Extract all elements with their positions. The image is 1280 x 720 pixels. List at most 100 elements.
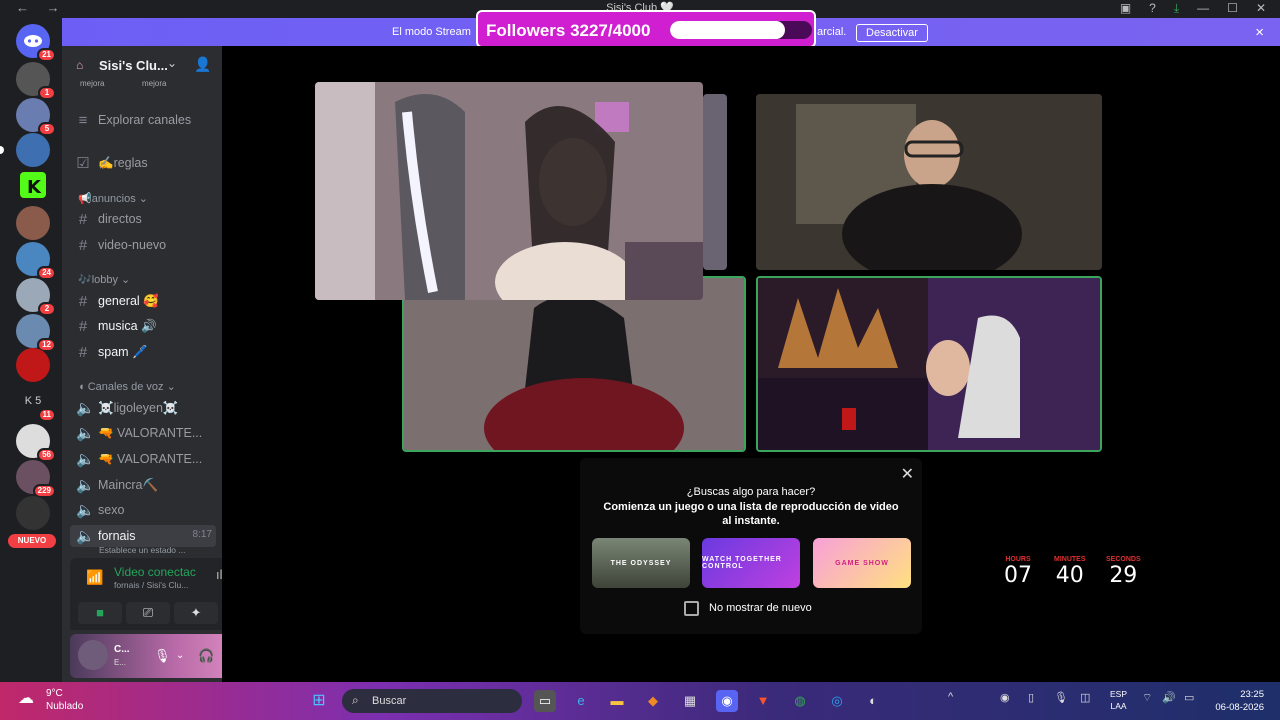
deactivate-button[interactable]: Desactivar: [856, 24, 928, 42]
voice-channel-ligoleyen[interactable]: 🔈 ☠️ligoleyen☠️: [76, 397, 216, 419]
voice-channel-fornais[interactable]: 🔈 fornais 8:17: [70, 525, 216, 547]
channel-directos[interactable]: # directos: [76, 208, 216, 230]
avatar[interactable]: [78, 640, 108, 670]
kick-server-icon[interactable]: K: [16, 168, 50, 202]
activity-watch-together[interactable]: WATCH TOGETHER CONTROL: [702, 538, 800, 588]
headphones-icon[interactable]: 🎧: [198, 648, 214, 664]
channel-general[interactable]: # general 🥰: [76, 290, 216, 312]
channel-musica[interactable]: # musica 🔊: [76, 315, 216, 337]
popup-question: ¿Buscas algo para hacer?: [686, 486, 816, 498]
nuevo-badge[interactable]: NUEVO: [8, 534, 56, 548]
discord-home-icon[interactable]: 21: [16, 24, 56, 62]
server-icon[interactable]: 5: [16, 98, 56, 136]
taskbar-search[interactable]: ⌕ Buscar: [342, 689, 522, 713]
category-anuncios[interactable]: 📢anuncios ⌄: [78, 192, 148, 205]
server-badge: 21: [37, 48, 56, 62]
task-view-icon[interactable]: ▭: [534, 690, 556, 712]
voice-channel-valorante-1[interactable]: 🔈 🔫 VALORANTE...: [76, 422, 216, 444]
category-lobby[interactable]: 🎶lobby ⌄: [78, 273, 130, 286]
server-icon[interactable]: [16, 348, 50, 382]
obs-icon[interactable]: ◐: [862, 690, 884, 712]
server-icon[interactable]: 2: [16, 278, 56, 316]
close-popup-icon[interactable]: ✕: [901, 464, 914, 484]
channel-video-nuevo[interactable]: # video-nuevo: [76, 234, 216, 256]
app-icon[interactable]: ◎: [826, 690, 848, 712]
video-tile-main-stream[interactable]: [315, 82, 703, 300]
server-icon-selected[interactable]: [0, 133, 50, 167]
microphone-icon[interactable]: 🎙: [154, 648, 171, 664]
chevron-down-icon: ⌄: [167, 56, 178, 70]
file-explorer-icon[interactable]: ▬: [606, 690, 628, 712]
server-icon[interactable]: 229: [16, 460, 56, 498]
activity-the-odyssey[interactable]: THE ODYSSEY: [592, 538, 690, 588]
channel-reglas[interactable]: ☑ ✍️reglas: [76, 152, 216, 174]
countdown-minutes: MINUTES 40: [1054, 556, 1086, 588]
activity-game-show[interactable]: GAME SHOW: [813, 538, 911, 588]
volume-icon[interactable]: 🔊: [1162, 691, 1176, 704]
channel-label: general 🥰: [98, 293, 159, 308]
category-voice[interactable]: ◖ Canales de voz ⌄: [78, 380, 176, 393]
followers-progress-bar: [670, 21, 812, 39]
taskbar-clock[interactable]: 23:25 06-08-2026: [1215, 688, 1264, 714]
microphone-icon[interactable]: 🎙: [1054, 691, 1068, 704]
server-icon[interactable]: [16, 206, 50, 240]
copilot-icon[interactable]: ◆: [642, 690, 664, 712]
inbox-icon[interactable]: ▣: [1120, 1, 1131, 16]
invite-user-icon[interactable]: 👤: [194, 56, 211, 73]
download-icon[interactable]: ⤓: [1174, 1, 1179, 16]
tray-icon[interactable]: ◫: [1080, 691, 1090, 704]
banner-message-tail: arcial.: [817, 26, 847, 38]
brave-browser-icon[interactable]: ▼: [752, 690, 774, 712]
server-icon[interactable]: 56: [16, 424, 56, 462]
wifi-icon[interactable]: ⌔: [1142, 691, 1152, 705]
banner-close-icon[interactable]: ×: [1255, 24, 1264, 41]
chevron-up-icon[interactable]: ^: [948, 691, 953, 703]
chevron-down-icon[interactable]: ⌄: [176, 650, 184, 661]
activity-suggestion-popup: ✕ ¿Buscas algo para hacer? Comienza un j…: [580, 458, 922, 634]
activities-button[interactable]: ✦: [174, 602, 218, 624]
tray-app-icon[interactable]: ◉: [1000, 691, 1010, 704]
channel-spam[interactable]: # spam 🖊️: [76, 341, 216, 363]
video-tile-participant-2[interactable]: [756, 94, 1102, 270]
battery-icon[interactable]: ▭: [1184, 691, 1194, 704]
server-icon-text[interactable]: K 5 11: [16, 384, 56, 422]
server-name: Sisi's Clu...: [99, 58, 168, 73]
signal-icon: 📶: [86, 569, 104, 585]
camera-button[interactable]: ■: [78, 602, 122, 624]
server-header[interactable]: ⌂ Sisi's Clu... ⌄ 👤 mejora mejora: [62, 46, 222, 88]
countdown-seconds: SECONDS 29: [1106, 556, 1141, 588]
video-tile-participant-3[interactable]: [402, 276, 746, 452]
video-tile-participant-4[interactable]: [756, 276, 1102, 452]
windows-start-icon[interactable]: ⊞: [308, 690, 330, 712]
windows-taskbar: ☁ 9°C Nublado ⊞ ⌕ Buscar ▭ e ▬ ◆ ▦ ◉ ▼ ◍…: [0, 682, 1280, 720]
selected-pill: [0, 146, 4, 154]
boost-label: mejora: [142, 79, 167, 88]
dont-show-again-checkbox[interactable]: [684, 601, 699, 616]
server-icon[interactable]: 1: [16, 62, 56, 100]
server-icon[interactable]: [16, 496, 50, 530]
close-window-icon[interactable]: ✕: [1256, 1, 1266, 16]
usb-icon[interactable]: ▯: [1028, 691, 1034, 704]
chrome-icon[interactable]: ◍: [789, 690, 811, 712]
channel-label: 🔫 VALORANTE...: [98, 425, 203, 440]
minimize-icon[interactable]: —: [1197, 1, 1209, 16]
server-icon[interactable]: 24: [16, 242, 56, 280]
store-icon[interactable]: ▦: [679, 690, 701, 712]
server-icon[interactable]: 12: [16, 314, 56, 352]
weather-widget[interactable]: ☁ 9°C Nublado: [18, 688, 83, 712]
voice-channel-maincra[interactable]: 🔈 Maincra⛏️: [76, 474, 216, 496]
explore-channels[interactable]: ≡ Explorar canales: [76, 109, 216, 131]
video-tile-partial[interactable]: [703, 94, 727, 270]
server-badge: 24: [37, 266, 56, 280]
voice-channel-valorante-2[interactable]: 🔈 🔫 VALORANTE...: [76, 448, 216, 470]
search-placeholder: Buscar: [372, 695, 407, 707]
voice-channel-sexo[interactable]: 🔈 sexo: [76, 499, 216, 521]
language-indicator[interactable]: ESP LAA: [1110, 688, 1127, 712]
voice-status-text[interactable]: Establece un estado ...: [99, 545, 185, 555]
screen-share-button[interactable]: ⎚: [126, 602, 170, 624]
edge-browser-icon[interactable]: e: [570, 690, 592, 712]
help-icon[interactable]: ?: [1149, 1, 1156, 16]
server-badge: 2: [38, 302, 56, 316]
maximize-icon[interactable]: ☐: [1227, 1, 1238, 16]
discord-taskbar-icon[interactable]: ◉: [716, 690, 738, 712]
